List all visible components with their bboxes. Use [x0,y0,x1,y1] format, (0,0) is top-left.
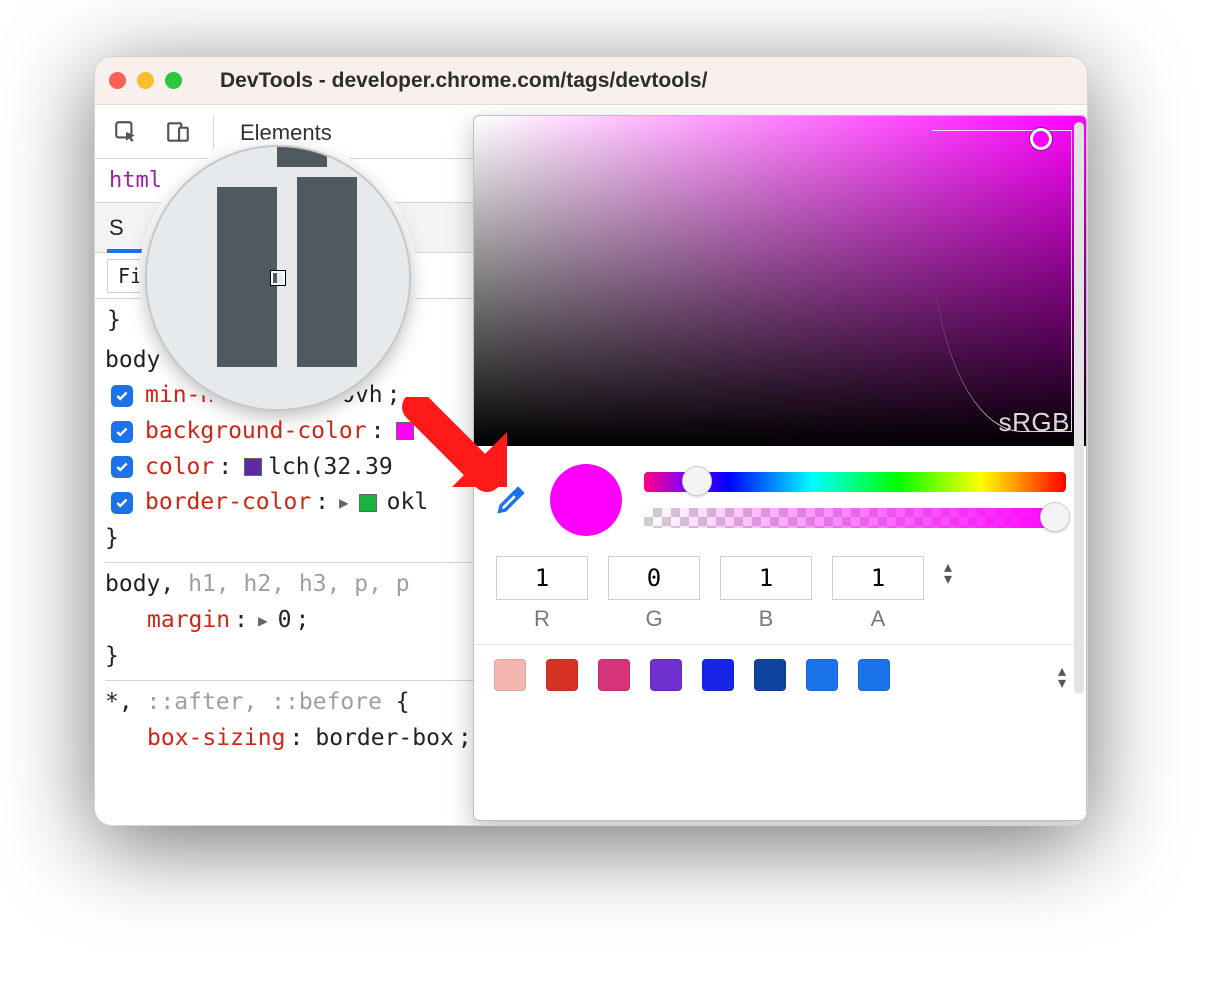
window-title: DevTools - developer.chrome.com/tags/dev… [220,69,707,93]
toggle-checkbox-icon[interactable] [111,385,133,407]
toggle-checkbox-icon[interactable] [111,456,133,478]
channel-inputs: R G B A ▴▾ [474,546,1086,644]
slider-thumb[interactable] [682,466,712,496]
color-spectrum[interactable]: sRGB [474,116,1086,446]
color-palette: ▴▾ [474,644,1086,705]
palette-swatch[interactable] [754,659,786,691]
minimize-window-icon[interactable] [137,72,154,89]
devtools-window: DevTools - developer.chrome.com/tags/dev… [94,56,1088,826]
channel-label: A [871,606,886,632]
palette-swatch[interactable] [858,659,890,691]
toggle-checkbox-icon[interactable] [111,492,133,514]
subtab-styles-fragment[interactable]: S [109,215,124,241]
channel-g-input[interactable] [608,556,700,600]
palette-stepper-icon[interactable]: ▴▾ [1058,666,1066,690]
palette-swatch[interactable] [702,659,734,691]
magnifier-target-icon [271,271,285,285]
channel-label: G [645,606,662,632]
divider [213,115,214,149]
palette-swatch[interactable] [650,659,682,691]
toggle-checkbox-icon[interactable] [111,421,133,443]
slider-thumb[interactable] [1040,502,1070,532]
zoom-window-icon[interactable] [165,72,182,89]
device-toggle-icon[interactable] [161,115,195,149]
palette-swatch[interactable] [598,659,630,691]
scrollbar[interactable] [1074,122,1084,694]
channel-label: R [534,606,550,632]
hue-slider[interactable] [644,472,1066,492]
expand-triangle-icon[interactable]: ▶ [258,609,268,634]
palette-swatch[interactable] [806,659,838,691]
channel-r-input[interactable] [496,556,588,600]
alpha-slider[interactable] [644,508,1066,528]
spectrum-knob[interactable] [1030,128,1052,150]
gamut-boundary-icon [932,130,1072,432]
current-color-swatch [550,464,622,536]
eyedropper-magnifier[interactable] [145,145,411,411]
palette-swatch[interactable] [494,659,526,691]
palette-swatch[interactable] [546,659,578,691]
color-swatch-icon[interactable] [359,494,377,512]
channel-label: B [759,606,774,632]
titlebar[interactable]: DevTools - developer.chrome.com/tags/dev… [95,57,1087,105]
close-window-icon[interactable] [109,72,126,89]
color-swatch-icon[interactable] [244,458,262,476]
channel-b-input[interactable] [720,556,812,600]
color-mode-stepper-icon[interactable]: ▴▾ [944,562,952,586]
color-picker-popover: sRGB R [473,115,1087,821]
channel-a-input[interactable] [832,556,924,600]
annotation-arrow-icon [397,397,527,507]
inspect-element-icon[interactable] [109,115,143,149]
gamut-label: sRGB [999,407,1070,438]
traffic-lights [109,72,182,89]
expand-triangle-icon[interactable]: ▶ [339,491,349,516]
